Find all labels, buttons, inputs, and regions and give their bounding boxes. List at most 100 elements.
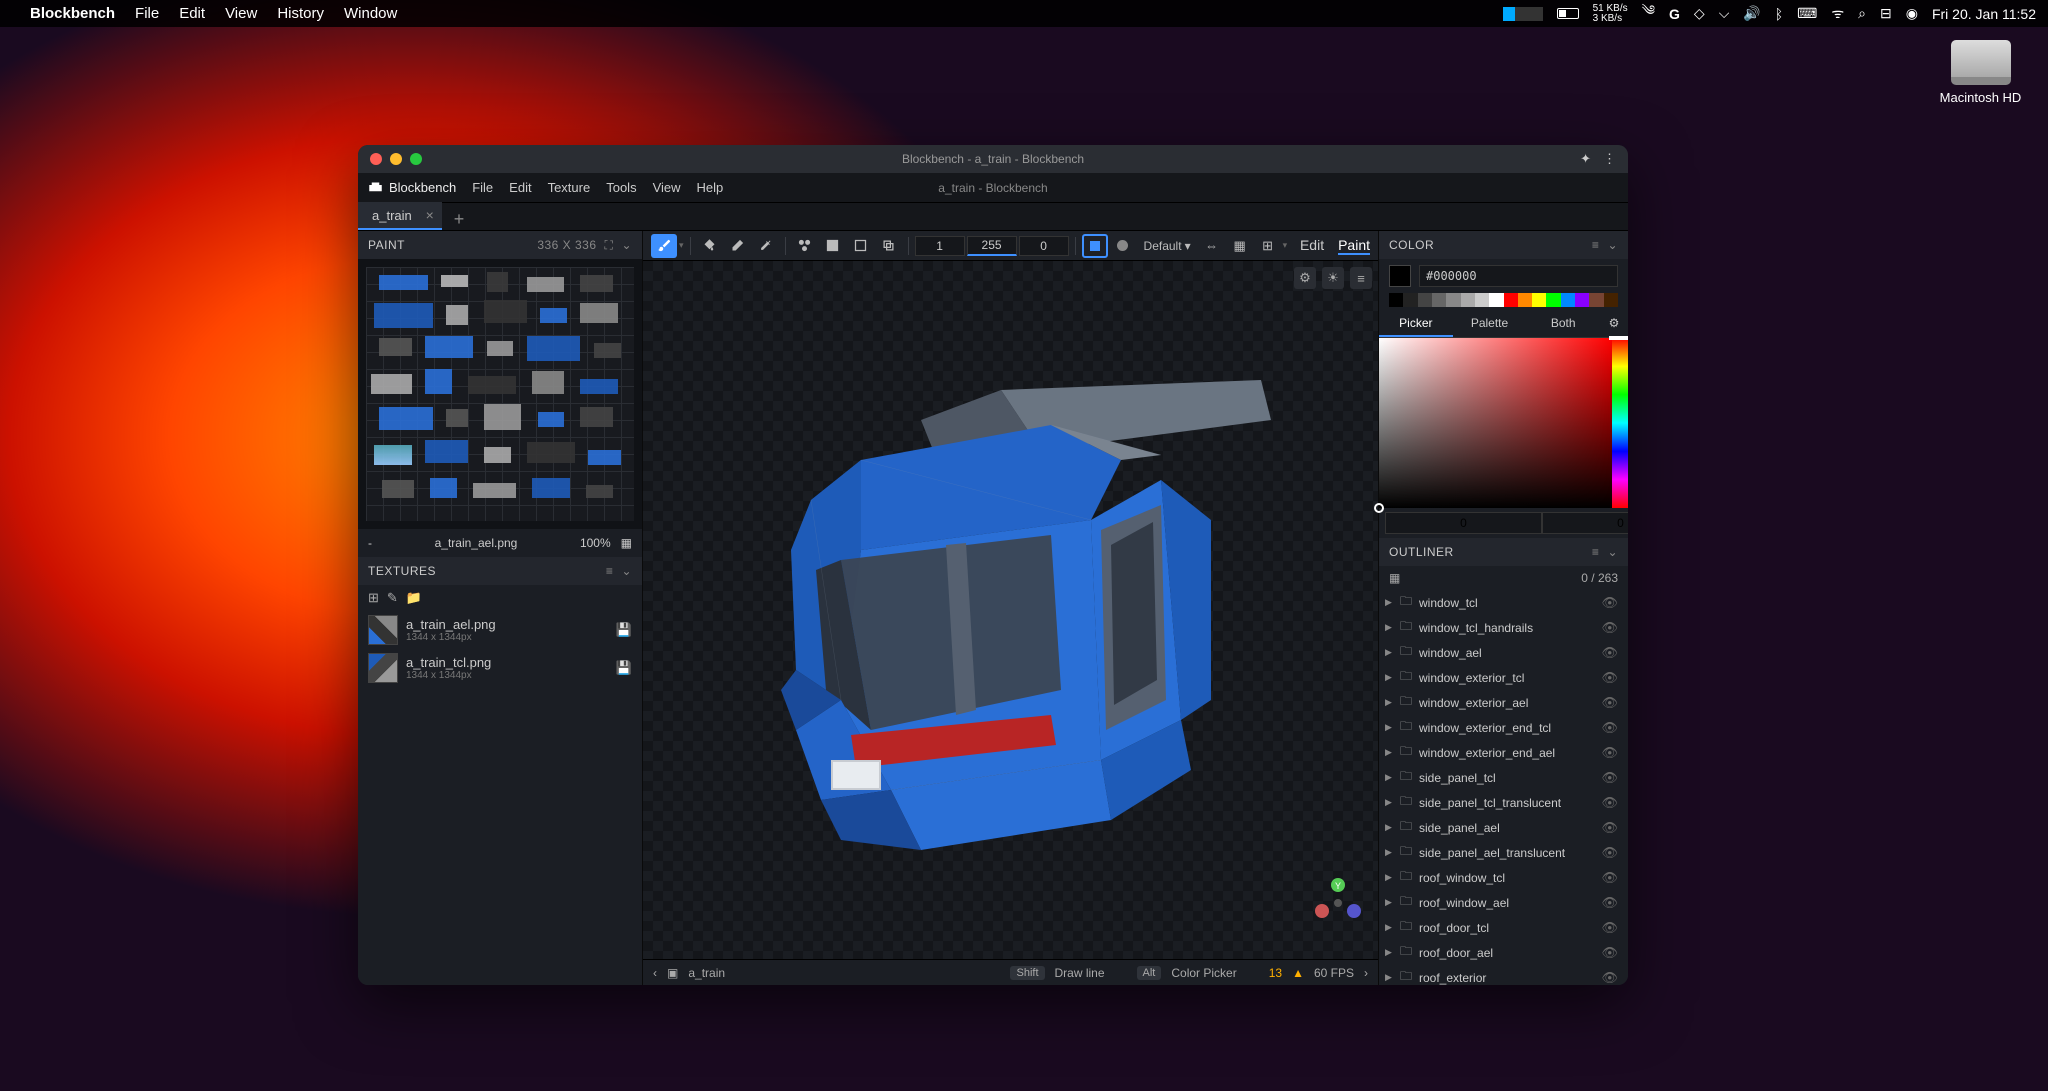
palette-color[interactable] xyxy=(1504,293,1518,307)
chevron-right-icon[interactable]: ▶ xyxy=(1385,622,1395,633)
chevron-right-icon[interactable]: ▶ xyxy=(1385,647,1395,658)
menubar-siri-icon[interactable]: ◉ xyxy=(1906,5,1918,22)
saturation-value-picker[interactable] xyxy=(1379,338,1612,508)
brush-size-input[interactable] xyxy=(915,236,965,256)
outliner-options-icon[interactable]: ≡ xyxy=(1592,545,1600,559)
chevron-right-icon[interactable]: ▶ xyxy=(1385,597,1395,608)
uv-grid-icon[interactable]: ▦ xyxy=(621,536,632,550)
copy-tool-button[interactable] xyxy=(876,234,902,258)
palette-color[interactable] xyxy=(1561,293,1575,307)
square-brush-button[interactable] xyxy=(1082,234,1108,258)
chevron-right-icon[interactable]: ▶ xyxy=(1385,972,1395,983)
eraser-tool-button[interactable] xyxy=(725,234,751,258)
picker-tab[interactable]: Picker xyxy=(1379,311,1453,337)
menubar-app-name[interactable]: Blockbench xyxy=(30,5,115,22)
outliner-item[interactable]: ▶🗀roof_door_tcl👁 xyxy=(1379,915,1628,940)
outliner-item[interactable]: ▶🗀side_panel_tcl_translucent👁 xyxy=(1379,790,1628,815)
visibility-icon[interactable]: 👁 xyxy=(1601,920,1618,936)
textures-collapse-icon[interactable]: ⌄ xyxy=(621,564,632,578)
rect-tool-button[interactable] xyxy=(848,234,874,258)
chevron-right-icon[interactable]: ▶ xyxy=(1385,822,1395,833)
menubar-graph-icon[interactable] xyxy=(1503,7,1543,21)
app-menu-edit[interactable]: Edit xyxy=(509,180,531,195)
palette-tab[interactable]: Palette xyxy=(1453,311,1527,337)
palette-color[interactable] xyxy=(1432,293,1446,307)
both-tab[interactable]: Both xyxy=(1526,311,1600,337)
chevron-right-icon[interactable]: ▶ xyxy=(1385,797,1395,808)
uv-menu-icon[interactable]: ⌄ xyxy=(621,238,632,252)
outliner-item[interactable]: ▶🗀roof_door_ael👁 xyxy=(1379,940,1628,965)
palette-color[interactable] xyxy=(1518,293,1532,307)
outliner-item[interactable]: ▶🗀window_ael👁 xyxy=(1379,640,1628,665)
tab-add-button[interactable]: + xyxy=(442,209,477,230)
visibility-icon[interactable]: 👁 xyxy=(1601,745,1618,761)
outliner-item[interactable]: ▶🗀window_exterior_ael👁 xyxy=(1379,690,1628,715)
hue-slider[interactable] xyxy=(1612,338,1628,508)
outliner-add-icon[interactable]: ▦ xyxy=(1389,571,1400,585)
extension-icon[interactable]: ✦ xyxy=(1580,151,1591,167)
new-texture-icon[interactable]: ✎ xyxy=(387,590,398,606)
save-icon[interactable]: 💾 xyxy=(616,622,632,638)
visibility-icon[interactable]: 👁 xyxy=(1601,620,1618,636)
outliner-list[interactable]: ▶🗀window_tcl👁▶🗀window_tcl_handrails👁▶🗀wi… xyxy=(1379,590,1628,985)
app-logo[interactable]: Blockbench xyxy=(368,180,456,195)
visibility-icon[interactable]: 👁 xyxy=(1601,820,1618,836)
warning-count[interactable]: 13 xyxy=(1269,966,1282,980)
window-titlebar[interactable]: Blockbench - a_train - Blockbench ✦ ⋮ xyxy=(358,145,1628,173)
uv-footer-zoom[interactable]: 100% xyxy=(580,536,611,550)
visibility-icon[interactable]: 👁 xyxy=(1601,770,1618,786)
menubar-link-icon[interactable]: ⌵ xyxy=(1719,5,1730,22)
menubar-google-icon[interactable]: G xyxy=(1669,6,1680,22)
menubar-datetime[interactable]: Fri 20. Jan 11:52 xyxy=(1932,6,2036,22)
texture-item[interactable]: a_train_ael.png 1344 x 1344px 💾 xyxy=(358,611,642,649)
outliner-item[interactable]: ▶🗀window_exterior_tcl👁 xyxy=(1379,665,1628,690)
desktop-drive-icon[interactable]: Macintosh HD xyxy=(1938,40,2023,105)
uv-fullscreen-icon[interactable]: ⛶ xyxy=(605,238,614,253)
outliner-item[interactable]: ▶🗀roof_window_tcl👁 xyxy=(1379,865,1628,890)
tab-close-icon[interactable]: × xyxy=(426,207,434,223)
folder-texture-icon[interactable]: 📁 xyxy=(406,590,422,606)
brush-tool-button[interactable] xyxy=(651,234,677,258)
axis-gizmo[interactable]: Y xyxy=(1310,873,1366,929)
app-menu-help[interactable]: Help xyxy=(697,180,724,195)
brush-softness-input[interactable] xyxy=(1019,236,1069,256)
view-shading-icon[interactable]: ☀ xyxy=(1322,267,1344,289)
menubar-bluetooth-icon[interactable]: ᛒ xyxy=(1775,6,1783,22)
chevron-right-icon[interactable]: ▶ xyxy=(1385,897,1395,908)
menubar-fan-icon[interactable]: ༄ xyxy=(1642,0,1655,34)
outliner-item[interactable]: ▶🗀window_tcl_handrails👁 xyxy=(1379,615,1628,640)
color-swatch[interactable] xyxy=(1389,265,1411,287)
chevron-right-icon[interactable]: ▶ xyxy=(1385,847,1395,858)
texture-item[interactable]: a_train_tcl.png 1344 x 1344px 💾 xyxy=(358,649,642,687)
visibility-icon[interactable]: 👁 xyxy=(1601,695,1618,711)
window-zoom-button[interactable] xyxy=(410,153,422,165)
app-menu-view[interactable]: View xyxy=(653,180,681,195)
visibility-icon[interactable]: 👁 xyxy=(1601,870,1618,886)
outliner-item[interactable]: ▶🗀side_panel_ael_translucent👁 xyxy=(1379,840,1628,865)
visibility-icon[interactable]: 👁 xyxy=(1601,945,1618,961)
view-settings-icon[interactable]: ⚙ xyxy=(1294,267,1316,289)
mode-paint-tab[interactable]: Paint xyxy=(1338,237,1370,255)
palette-color[interactable] xyxy=(1418,293,1432,307)
visibility-icon[interactable]: 👁 xyxy=(1601,895,1618,911)
sv-cursor[interactable] xyxy=(1374,503,1384,513)
menubar-wifi-icon[interactable]: ᯤ xyxy=(1831,4,1844,23)
chevron-right-icon[interactable]: ▶ xyxy=(1385,772,1395,783)
lock-alpha-button[interactable]: ▦ xyxy=(1227,234,1253,258)
outliner-item[interactable]: ▶🗀side_panel_tcl👁 xyxy=(1379,765,1628,790)
macos-menu-window[interactable]: Window xyxy=(344,5,397,22)
macos-menu-view[interactable]: View xyxy=(225,5,257,22)
status-back-icon[interactable]: ‹ xyxy=(653,966,657,980)
chevron-right-icon[interactable]: ▶ xyxy=(1385,947,1395,958)
chevron-right-icon[interactable]: ▶ xyxy=(1385,672,1395,683)
menubar-volume-icon[interactable]: 🔊 xyxy=(1743,5,1760,22)
chevron-right-icon[interactable]: ▶ xyxy=(1385,747,1395,758)
visibility-icon[interactable]: 👁 xyxy=(1601,720,1618,736)
palette-color[interactable] xyxy=(1575,293,1589,307)
visibility-icon[interactable]: 👁 xyxy=(1601,845,1618,861)
menubar-battery-icon[interactable] xyxy=(1557,8,1579,19)
visibility-icon[interactable]: 👁 xyxy=(1601,795,1618,811)
visibility-icon[interactable]: 👁 xyxy=(1601,970,1618,986)
palette-color[interactable] xyxy=(1403,293,1417,307)
warning-icon[interactable]: ▲ xyxy=(1292,966,1304,980)
